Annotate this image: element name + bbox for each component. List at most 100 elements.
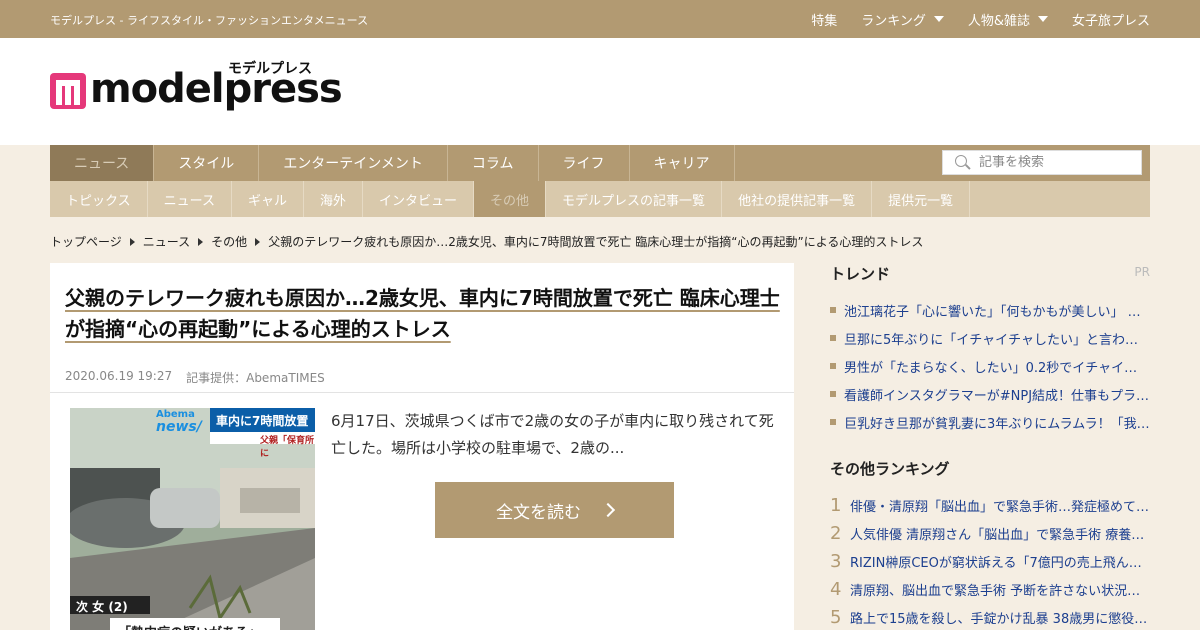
article-card: 父親のテレワーク疲れも原因か…2歳女児、車内に7時間放置で死亡 臨床心理士が指摘… <box>50 263 794 630</box>
square-bullet-icon <box>830 335 836 341</box>
ranking-item: 3 RIZIN榊原CEOが窮状訴える「7億円の売上飛んだ」 <box>830 547 1150 575</box>
logo-m-icon <box>50 73 86 109</box>
square-bullet-icon <box>830 363 836 369</box>
trend-item: 男性が「たまらなく、したい」0.2秒でイチャイチャを始める理由 <box>830 352 1150 380</box>
rank-number: 5 <box>830 606 842 628</box>
main-nav-entertainment[interactable]: エンターテインメント <box>259 145 448 181</box>
ranking-item: 4 清原翔、脳出血で緊急手術 予断を許さない状況が続く <box>830 575 1150 603</box>
main-nav-career[interactable]: キャリア <box>630 145 735 181</box>
trend-link[interactable]: 旦那に5年ぶりに「イチャイチャしたい」と言わせた方法とは <box>844 329 1150 348</box>
read-full-label: 全文を読む <box>496 502 581 523</box>
trend-item: 看護師インスタグラマーが#NPJ結成！仕事もプライベートも充実 <box>830 380 1150 408</box>
breadcrumb-link-other[interactable]: その他 <box>211 233 247 250</box>
thumb-caption: 次 女 (2) <box>76 600 128 614</box>
top-nav-label: ランキング <box>861 13 926 29</box>
ranking-link[interactable]: RIZIN榊原CEOが窮状訴える「7億円の売上飛んだ」 <box>850 552 1150 571</box>
top-nav-label: 特集 <box>811 13 838 29</box>
top-nav: 特集 ランキング 人物&雑誌 女子旅プレス <box>811 0 1150 38</box>
ranking-link[interactable]: 人気俳優 清原翔さん「脳出血」で緊急手術 療養に専念 <box>850 524 1150 543</box>
trend-link[interactable]: 巨乳好き旦那が貧乳妻に3年ぶりにムラムラ！「我慢できない」 <box>844 413 1150 432</box>
ranking-list: 1 俳優・清原翔「脳出血」で緊急手術…発症極めて稀な病気 2 人気俳優 清原翔さん「… <box>830 491 1150 630</box>
square-bullet-icon <box>830 419 836 425</box>
pr-label: PR <box>1134 265 1150 279</box>
sub-nav-partner-articles[interactable]: 他社の提供記事一覧 <box>722 181 873 217</box>
trend-list: 池江璃花子「心に響いた」「何もかもが美しい」 映画を絶賛 旦那に5年ぶりに「イチ… <box>830 296 1150 436</box>
top-nav-ranking[interactable]: ランキング <box>861 10 944 29</box>
trend-item: 旦那に5年ぶりに「イチャイチャしたい」と言わせた方法とは <box>830 324 1150 352</box>
thumb-brand-line2: news/ <box>156 419 202 435</box>
sub-nav-interview[interactable]: インタビュー <box>363 181 475 217</box>
square-bullet-icon <box>830 307 836 313</box>
caret-down-icon <box>1037 16 1048 22</box>
main-nav: ニュース スタイル エンターテインメント コラム ライフ キャリア <box>50 145 1150 181</box>
sub-nav-overseas[interactable]: 海外 <box>304 181 364 217</box>
main-nav-life[interactable]: ライフ <box>539 145 630 181</box>
breadcrumb-arrow-icon <box>129 237 135 246</box>
breadcrumb-link-news[interactable]: ニュース <box>143 233 190 250</box>
read-full-button[interactable]: 全文を読む <box>435 482 674 538</box>
breadcrumb-arrow-icon <box>255 237 261 246</box>
sidebar: トレンド PR 池江璃花子「心に響いた」「何もかもが美しい」 映画を絶賛 旦那に… <box>830 263 1150 630</box>
ranking-title: その他ランキング <box>830 460 950 478</box>
top-nav-label: 女子旅プレス <box>1071 13 1150 29</box>
search-box <box>942 150 1142 175</box>
breadcrumb-arrow-icon <box>198 237 204 246</box>
trend-title: トレンド <box>830 265 891 283</box>
site-logo[interactable]: モデルプレス modelpress <box>50 58 343 114</box>
sub-nav: トピックス ニュース ギャル 海外 インタビュー その他 モデルプレスの記事一覧… <box>50 181 1150 217</box>
top-nav-label: 人物&雑誌 <box>967 13 1030 29</box>
article-date: 2020.06.19 19:27 <box>65 369 173 383</box>
search-icon <box>955 154 971 171</box>
top-nav-people-magazine[interactable]: 人物&雑誌 <box>968 10 1048 29</box>
sub-nav-other[interactable]: その他 <box>474 181 547 217</box>
logo-wordmark: modelpress <box>90 66 343 112</box>
main-nav-news[interactable]: ニュース <box>50 145 155 181</box>
article-title: 父親のテレワーク疲れも原因か…2歳女児、車内に7時間放置で死亡 臨床心理士が指摘… <box>65 283 780 345</box>
ranking-item: 5 路上で15歳を殺し、手錠かけ乱暴 38歳男に懲役5年 <box>830 603 1150 630</box>
site-header: モデルプレス modelpress <box>0 38 1200 145</box>
ranking-link[interactable]: 俳優・清原翔「脳出血」で緊急手術…発症極めて稀な病気 <box>850 496 1150 515</box>
trend-heading: トレンド PR <box>830 263 1150 284</box>
breadcrumb-current: 父親のテレワーク疲れも原因か…2歳女児、車内に7時間放置で死亡 臨床心理士が指摘… <box>268 235 924 249</box>
ranking-item: 2 人気俳優 清原翔さん「脳出血」で緊急手術 療養に専念 <box>830 519 1150 547</box>
thumb-subhead: 父親「保育所に <box>260 436 315 459</box>
thumb-headline: 車内に7時間放置 <box>216 414 309 428</box>
site-tagline: モデルプレス - ライフスタイル・ファッションエンタメニュース <box>50 14 369 27</box>
rank-number: 1 <box>830 494 842 516</box>
rank-number: 3 <box>830 550 842 572</box>
sub-nav-gal[interactable]: ギャル <box>232 181 304 217</box>
main-nav-column[interactable]: コラム <box>448 145 539 181</box>
article-thumbnail[interactable]: Abema news/ 車内に7時間放置 父親「保育所に 次 女 (2) 「熱中… <box>70 408 315 630</box>
ranking-link[interactable]: 清原翔、脳出血で緊急手術 予断を許さない状況が続く <box>850 580 1150 599</box>
main-nav-style[interactable]: スタイル <box>154 145 260 181</box>
square-bullet-icon <box>830 391 836 397</box>
chevron-right-icon <box>600 502 616 518</box>
top-nav-joshitabi[interactable]: 女子旅プレス <box>1072 10 1150 29</box>
top-bar: モデルプレス - ライフスタイル・ファッションエンタメニュース 特集 ランキング… <box>0 0 1200 38</box>
sub-nav-news[interactable]: ニュース <box>148 181 232 217</box>
breadcrumb: トップページ ニュース その他 父親のテレワーク疲れも原因か…2歳女児、車内に7… <box>50 233 923 250</box>
article-excerpt: 6月17日、茨城県つくば市で2歳の女の子が車内に取り残されて死亡した。場所は小学… <box>331 412 774 457</box>
article-meta: 2020.06.19 19:27 記事提供：AbemaTIMES <box>65 369 325 386</box>
ranking-link[interactable]: 路上で15歳を殺し、手錠かけ乱暴 38歳男に懲役5年 <box>850 608 1150 627</box>
rank-number: 2 <box>830 522 842 544</box>
sub-nav-modelpress-articles[interactable]: モデルプレスの記事一覧 <box>546 181 723 217</box>
sub-nav-topics[interactable]: トピックス <box>50 181 148 217</box>
top-nav-feature[interactable]: 特集 <box>811 10 837 29</box>
article-provider: 記事提供：AbemaTIMES <box>186 371 325 385</box>
search-input[interactable] <box>979 155 1129 170</box>
trend-link[interactable]: 池江璃花子「心に響いた」「何もかもが美しい」 映画を絶賛 <box>844 301 1150 320</box>
divider <box>50 392 794 393</box>
sub-nav-providers[interactable]: 提供元一覧 <box>872 181 971 217</box>
breadcrumb-link-top[interactable]: トップページ <box>50 233 122 250</box>
ranking-item: 1 俳優・清原翔「脳出血」で緊急手術…発症極めて稀な病気 <box>830 491 1150 519</box>
caret-down-icon <box>933 16 944 22</box>
ranking-heading: その他ランキング <box>830 458 1150 479</box>
trend-link[interactable]: 男性が「たまらなく、したい」0.2秒でイチャイチャを始める理由 <box>844 357 1150 376</box>
trend-item: 巨乳好き旦那が貧乳妻に3年ぶりにムラムラ！「我慢できない」 <box>830 408 1150 436</box>
trend-link[interactable]: 看護師インスタグラマーが#NPJ結成！仕事もプライベートも充実 <box>844 385 1150 404</box>
article-title-link[interactable]: 父親のテレワーク疲れも原因か…2歳女児、車内に7時間放置で死亡 臨床心理士が指摘… <box>65 286 780 341</box>
trend-item: 池江璃花子「心に響いた」「何もかもが美しい」 映画を絶賛 <box>830 296 1150 324</box>
rank-number: 4 <box>830 578 842 600</box>
thumb-quote: 「熱中症の疑いがある」 <box>118 622 261 630</box>
